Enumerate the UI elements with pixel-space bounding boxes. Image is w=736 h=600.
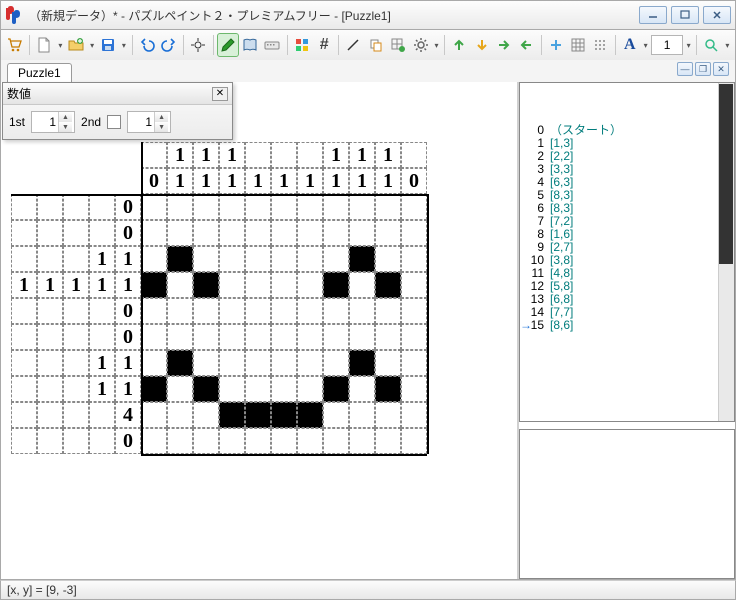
dots-grid-icon[interactable] [590, 34, 610, 56]
save-dropdown[interactable]: ▾ [120, 41, 127, 50]
arrow-up-icon[interactable] [449, 34, 469, 56]
second-input[interactable]: ▲▼ [127, 111, 171, 133]
arrow-right-icon[interactable] [494, 34, 514, 56]
copy-icon[interactable] [366, 34, 386, 56]
zoom-dropdown[interactable]: ▾ [724, 41, 731, 50]
panel-title: 数値 [7, 85, 212, 102]
spin-down-icon[interactable]: ▼ [155, 122, 168, 132]
preview-pane [519, 429, 735, 579]
spin-up-icon[interactable]: ▲ [155, 112, 168, 122]
second-label: 2nd [81, 115, 101, 129]
arrow-down-icon[interactable] [471, 34, 491, 56]
scrollbar-thumb[interactable] [719, 84, 733, 264]
puzzle-canvas[interactable]: 1111110111111111000111111100111140 [1, 82, 515, 579]
steps-scrollbar[interactable] [718, 83, 734, 421]
grid-edit-icon[interactable] [388, 34, 408, 56]
line-icon[interactable] [343, 34, 363, 56]
book-icon[interactable] [240, 34, 260, 56]
spin-up-icon[interactable]: ▲ [59, 112, 72, 122]
toolbar: ▾ ▾ ▾ # ▾ A ▾ 1 ▾ ▾ [0, 30, 736, 60]
close-button[interactable] [703, 6, 731, 24]
grid-icon[interactable] [568, 34, 588, 56]
open-file-icon[interactable] [66, 34, 86, 56]
plus-icon[interactable] [546, 34, 566, 56]
save-icon[interactable] [98, 34, 118, 56]
first-input[interactable]: ▲▼ [31, 111, 75, 133]
minimize-button[interactable] [639, 6, 667, 24]
main-area: 1111110111111111000111111100111140 0（スター… [0, 82, 736, 580]
second-checkbox[interactable] [107, 115, 121, 129]
status-coords: [x, y] = [9, -3] [7, 583, 77, 597]
doc-close-button[interactable]: ✕ [713, 62, 729, 76]
gear-icon[interactable] [410, 34, 430, 56]
numeric-panel[interactable]: 数値 ✕ 1st ▲▼ 2nd ▲▼ [2, 82, 233, 140]
doc-restore-button[interactable]: ❐ [695, 62, 711, 76]
text-dropdown[interactable]: ▾ [642, 41, 649, 50]
open-file-dropdown[interactable]: ▾ [88, 41, 95, 50]
right-pane: 0（スタート）1[1,3]2[2,2]3[3,3]4[6,3]5[8,3]6[8… [517, 82, 735, 579]
title-bar: （新規データ）* - パズルペイント２・プレミアムフリー - [Puzzle1] [0, 0, 736, 30]
tab-bar: Puzzle1 — ❐ ✕ [0, 60, 736, 82]
hash-icon[interactable]: # [314, 34, 334, 56]
palette-icon[interactable] [292, 34, 312, 56]
arrow-left-icon[interactable] [516, 34, 536, 56]
steps-list[interactable]: 0（スタート）1[1,3]2[2,2]3[3,3]4[6,3]5[8,3]6[8… [519, 82, 735, 422]
new-file-dropdown[interactable]: ▾ [57, 41, 64, 50]
panel-titlebar[interactable]: 数値 ✕ [3, 83, 232, 105]
pencil-icon[interactable] [218, 34, 238, 56]
spin-down-icon[interactable]: ▼ [59, 122, 72, 132]
number-spinner[interactable]: 1 [651, 35, 683, 55]
document-tab[interactable]: Puzzle1 [7, 63, 72, 82]
window-title: （新規データ）* - パズルペイント２・プレミアムフリー - [Puzzle1] [29, 7, 639, 24]
panel-close-button[interactable]: ✕ [212, 87, 228, 101]
first-label: 1st [9, 115, 25, 129]
new-file-icon[interactable] [34, 34, 54, 56]
text-icon[interactable]: A [620, 34, 640, 56]
target-icon[interactable] [188, 34, 208, 56]
zoom-icon[interactable] [701, 34, 721, 56]
status-bar: [x, y] = [9, -3] [0, 580, 736, 600]
keyboard-icon[interactable] [262, 34, 282, 56]
redo-icon[interactable] [159, 34, 179, 56]
cart-icon[interactable] [5, 34, 25, 56]
gear-dropdown[interactable]: ▾ [433, 41, 440, 50]
undo-icon[interactable] [137, 34, 157, 56]
doc-minimize-button[interactable]: — [677, 62, 693, 76]
maximize-button[interactable] [671, 6, 699, 24]
app-logo-icon [5, 6, 23, 24]
spinner-dropdown[interactable]: ▾ [685, 41, 692, 50]
